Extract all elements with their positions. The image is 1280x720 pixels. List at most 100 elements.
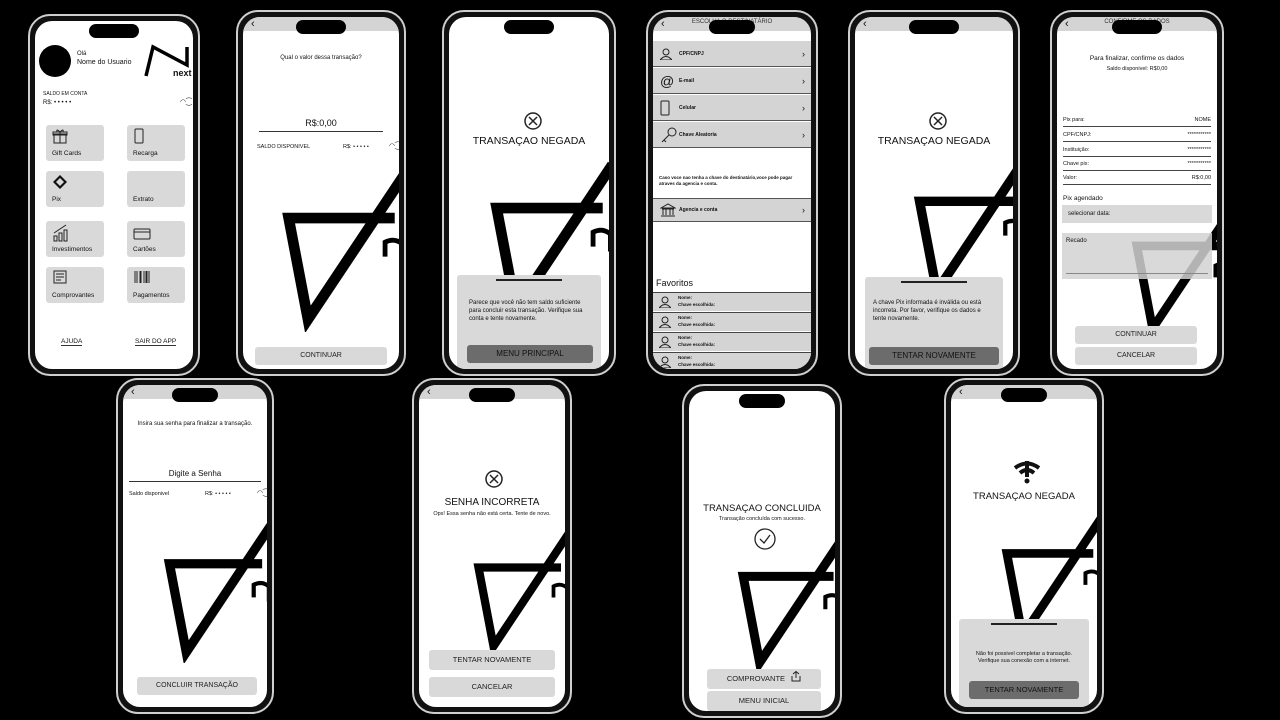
continue-button[interactable]: CONTINUAR (255, 347, 387, 365)
balance-label: SALDO DISPONIVEL (257, 144, 311, 150)
back-icon[interactable]: ‹ (863, 17, 867, 31)
chevron-right-icon: › (802, 75, 805, 86)
user-name: Nome do Usuario (77, 59, 132, 66)
tile-recarga[interactable]: Recarga (127, 125, 185, 161)
favorite-name: Nome: (678, 355, 693, 360)
person-icon (659, 356, 671, 368)
retry-button[interactable]: TENTAR NOVAMENTE (429, 650, 555, 670)
favorite-item[interactable]: Nome: Chave escolhida: (653, 312, 811, 331)
favorite-item[interactable]: Nome: Chave escolhida: (653, 292, 811, 311)
tile-gift-cards[interactable]: Gift Cards (46, 125, 104, 161)
option-cpf-cnpj[interactable]: CPF/CNPJ › (653, 41, 811, 67)
confirm-heading: Para finalizar, confirme os dados (1089, 55, 1185, 62)
field-value: R$:0,00 (1191, 175, 1211, 181)
phone-icon (660, 100, 670, 115)
denied-title: TRANSAÇAO NEGADA (973, 491, 1075, 502)
favorite-key: Chave escolhida: (678, 362, 716, 367)
option-label: CPF/CNPJ (679, 50, 704, 57)
gift-icon (52, 129, 68, 144)
retry-button[interactable]: TENTAR NOVAMENTE (869, 347, 999, 365)
notch (504, 20, 554, 34)
chevron-right-icon: › (802, 102, 805, 113)
select-date-field[interactable]: selecionar data: (1062, 205, 1212, 223)
sheet-grabber[interactable] (496, 279, 562, 281)
back-icon[interactable]: ‹ (251, 17, 255, 31)
field-valor: Valor: R$:0,00 (1063, 175, 1211, 185)
favorite-name: Nome: (678, 295, 693, 300)
hide-balance-icon[interactable]: ◠⁐ (257, 489, 267, 497)
balance-value: R$: • • • • • (205, 491, 231, 497)
field-value: *********** (1187, 132, 1211, 138)
note-label: Recado (1066, 238, 1087, 244)
phone-denied-balance: TRANSAÇAO NEGADA Parece que você não tem… (442, 10, 616, 376)
help-link[interactable]: AJUDA (61, 338, 83, 346)
tile-label: Cartões (133, 246, 156, 253)
field-label: CPF/CNPJ: (1063, 132, 1092, 138)
tile-label: Extrato (133, 196, 154, 203)
field-chave-pix: Chave pix: *********** (1063, 161, 1211, 171)
back-icon[interactable]: ‹ (1065, 17, 1069, 31)
amount-input[interactable]: R$:0,00 (243, 118, 399, 128)
tile-extrato[interactable]: Extrato (127, 171, 185, 207)
phone-icon (134, 128, 144, 144)
tile-cartoes[interactable]: Cartões (127, 221, 185, 257)
field-label: Valor: (1063, 175, 1077, 181)
complete-transaction-button[interactable]: CONCLUIR TRANSAÇÃO (137, 677, 257, 695)
denied-sheet: Parece que você não tem saldo suficiente… (457, 275, 601, 369)
home-menu-button[interactable]: MENU INICIAL (707, 691, 821, 711)
phone-password: ‹ Insira sua senha para finalizar a tran… (116, 378, 274, 714)
share-icon (791, 670, 801, 682)
cancel-button[interactable]: CANCELAR (1075, 347, 1197, 365)
retry-button[interactable]: TENTAR NOVAMENTE (969, 681, 1079, 699)
receipt-icon (53, 270, 67, 284)
tile-pix[interactable]: Pix (46, 171, 104, 207)
error-icon (524, 112, 542, 130)
sheet-grabber[interactable] (991, 623, 1057, 625)
amount-screen: ‹ Qual o valor dessa transação? R$:0,00 … (243, 17, 399, 369)
at-icon: @ (660, 72, 675, 89)
cancel-button[interactable]: CANCELAR (429, 677, 555, 697)
avatar[interactable] (39, 45, 71, 77)
continue-button[interactable]: CONTINUAR (1075, 326, 1197, 344)
receipt-button[interactable]: COMPROVANTE (707, 669, 821, 689)
option-agency[interactable]: Agencia e conta › (653, 198, 811, 222)
main-menu-button[interactable]: MENU PRINCIPAL (467, 345, 593, 363)
notch (739, 394, 785, 408)
person-icon (659, 296, 671, 308)
confirm-screen: ‹ CONFIRME OS DADOS Para finalizar, conf… (1057, 17, 1217, 369)
wrong-password-screen: ‹ SENHA INCORRETA Ops! Essa senha não es… (419, 385, 565, 707)
hide-balance-icon[interactable]: ◠⁐ (389, 142, 399, 150)
sheet-grabber[interactable] (901, 281, 967, 283)
back-icon[interactable]: ‹ (427, 385, 431, 399)
tile-comprovantes[interactable]: Comprovantes (46, 267, 104, 303)
note-field[interactable]: Recado (1062, 233, 1212, 279)
pix-icon (53, 175, 67, 189)
denied-message: Não foi possivel completar a transação. … (975, 651, 1073, 664)
back-icon[interactable]: ‹ (661, 17, 665, 31)
back-icon[interactable]: ‹ (131, 385, 135, 399)
phone-amount: ‹ Qual o valor dessa transação? R$:0,00 … (236, 10, 406, 376)
denied-balance-screen: TRANSAÇAO NEGADA Parece que você não tem… (449, 17, 609, 369)
tile-investimentos[interactable]: Investimentos (46, 221, 104, 257)
greeting: Olá (77, 51, 87, 57)
next-watermark (279, 162, 399, 332)
option-random-key[interactable]: Chave Aleatoria › (653, 122, 811, 148)
back-icon[interactable]: ‹ (959, 385, 963, 399)
password-underline (129, 481, 261, 482)
favorite-item[interactable]: Nome: Chave escolhida: (653, 332, 811, 351)
logout-link[interactable]: SAIR DO APP (135, 338, 177, 346)
password-input[interactable]: Digite a Senha (123, 469, 267, 478)
wrong-password-message: Ops! Essa senha não está certa. Tente de… (433, 511, 551, 517)
success-title: TRANSAÇAO CONCLUIDA (703, 503, 821, 514)
option-email[interactable]: @ E-mail › (653, 68, 811, 94)
favorite-key: Chave escolhida: (678, 302, 716, 307)
key-icon (661, 127, 677, 142)
favorite-item[interactable]: Nome: Chave escolhida: (653, 352, 811, 369)
phone-success: TRANSAÇAO CONCLUIDA Transação concluída … (682, 384, 842, 718)
recipient-screen: ‹ ESCOLHA O DESTINATÁRIO CPF/CNPJ › @ E-… (653, 17, 811, 369)
option-celular[interactable]: Celular › (653, 95, 811, 121)
tile-label: Recarga (133, 150, 158, 157)
denied-network-screen: ‹ TRANSAÇAO NEGADA Não foi possivel comp… (951, 385, 1097, 707)
hide-balance-icon[interactable]: ◠⁐ (180, 98, 192, 106)
tile-pagamentos[interactable]: Pagamentos (127, 267, 185, 303)
